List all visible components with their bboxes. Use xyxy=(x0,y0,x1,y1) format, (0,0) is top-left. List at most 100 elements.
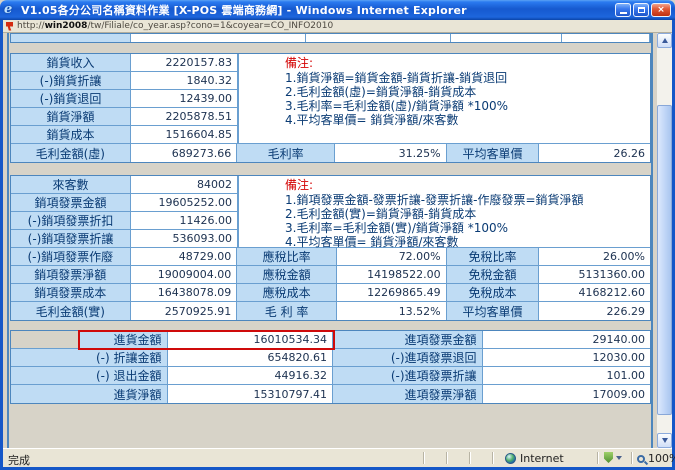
scroll-down-button[interactable] xyxy=(657,433,672,448)
status-divider xyxy=(469,452,471,464)
row-value: 17009.00 xyxy=(483,385,650,403)
row-spacer xyxy=(11,331,79,349)
row-value: 26.26 xyxy=(539,144,650,162)
row-value: 13.52% xyxy=(337,302,447,320)
invoice-table: 來客數 84002 銷項發票金額 19605252.00 (-)銷項發票折扣 1… xyxy=(10,175,651,321)
status-divider xyxy=(423,452,425,464)
zone-label: Internet xyxy=(520,452,564,465)
row-label: 銷貨淨額 xyxy=(11,108,131,126)
row-value: 536093.00 xyxy=(131,230,238,248)
row-value: 15310797.41 xyxy=(168,385,333,403)
minimize-button[interactable] xyxy=(615,3,631,17)
table-row: (-) 折讓金額 654820.61 (-)進項發票退回 12030.00 xyxy=(11,349,650,367)
row-label: 毛利金額(實) xyxy=(11,302,131,320)
status-bar: 完成 Internet 100% xyxy=(3,448,672,467)
status-text: 完成 xyxy=(8,452,30,468)
security-zone: Internet xyxy=(505,452,564,465)
note-line: 2.毛利金額(虛)=銷貨淨額-銷貨成本 xyxy=(285,85,650,99)
row-value: 44916.32 xyxy=(168,367,333,385)
row-label: (-)銷項發票折扣 xyxy=(11,212,131,230)
status-divider xyxy=(446,452,448,464)
row-value: 689273.66 xyxy=(131,144,238,162)
clipped-cell xyxy=(306,34,451,42)
note-line: 3.毛利率=毛利金額(虛)/銷貨淨額 *100% xyxy=(285,99,650,113)
arrow-down-icon xyxy=(662,438,668,443)
row-label: 毛 利 率 xyxy=(237,302,337,320)
status-divider xyxy=(631,452,633,464)
protection-dropdown[interactable] xyxy=(604,452,622,463)
row-value: 2220157.83 xyxy=(131,54,238,72)
table-row: 進貨淨額 15310797.41 進項發票淨額 17009.00 xyxy=(11,385,650,403)
table-row: (-) 退出金額 44916.32 (-)進項發票折讓 101.00 xyxy=(11,367,650,385)
row-label: 進貨淨額 xyxy=(11,385,168,403)
row-value: 11426.00 xyxy=(131,212,238,230)
vertical-scrollbar[interactable] xyxy=(657,33,672,448)
favicon-icon xyxy=(6,22,13,31)
sales-table: 銷貨收入 2220157.83 (-)銷貨折讓 1840.32 (-)銷貨退回 … xyxy=(10,53,651,163)
table-row: 進貨金額 16010534.34 進項發票金額 29140.00 xyxy=(11,331,650,349)
row-label: (-)銷項發票折讓 xyxy=(11,230,131,248)
notes-title: 備注: xyxy=(285,56,650,71)
chevron-down-icon xyxy=(616,456,622,460)
maximize-icon xyxy=(638,7,645,13)
page-content: 銷貨收入 2220157.83 (-)銷貨折讓 1840.32 (-)銷貨退回 … xyxy=(3,33,657,448)
status-divider xyxy=(492,452,494,464)
row-label: 來客數 xyxy=(11,176,131,194)
close-button[interactable]: × xyxy=(651,3,671,17)
row-value: 31.25% xyxy=(335,144,447,162)
note-line: 1.銷貨淨額=銷貨金額-銷貨折讓-銷貨退回 xyxy=(285,71,650,85)
note-line: 2.毛利金額(實)=銷貨淨額-銷貨成本 xyxy=(285,207,650,221)
row-label: 進項發票金額 xyxy=(333,331,483,349)
address-bar[interactable]: http://win2008/tw/Filiale/co_year.asp?co… xyxy=(3,20,672,33)
row-label: 進貨金額 xyxy=(79,331,168,349)
row-value: 1516604.85 xyxy=(131,126,238,144)
note-line: 3.毛利率=毛利金額(實)/銷貨淨額 *100% xyxy=(285,221,650,235)
row-value: 4168212.60 xyxy=(539,284,650,302)
row-value: 29140.00 xyxy=(483,331,650,349)
note-line: 4.平均客單價= 銷貨淨額/來客數 xyxy=(285,113,650,127)
row-value: 101.00 xyxy=(483,367,650,385)
row-value: 12030.00 xyxy=(483,349,650,367)
maximize-button[interactable] xyxy=(633,3,649,17)
row-label: (-)進項發票折讓 xyxy=(333,367,483,385)
row-value: 2570925.91 xyxy=(131,302,238,320)
row-label: 銷貨收入 xyxy=(11,54,131,72)
row-label: (-)進項發票退回 xyxy=(333,349,483,367)
arrow-up-icon xyxy=(662,38,668,43)
title-bar: e V1.05各分公司名稱資料作業 [X-POS 雲端商務網] - Window… xyxy=(0,0,675,20)
row-value: 16010534.34 xyxy=(168,331,333,349)
row-value: 14198522.00 xyxy=(337,266,447,284)
scrollbar-thumb[interactable] xyxy=(657,105,672,415)
minimize-icon xyxy=(620,12,627,14)
clipped-table-row xyxy=(10,33,651,43)
row-label: 應稅比率 xyxy=(237,248,337,266)
ie-logo-icon: e xyxy=(4,4,17,17)
table-row: 銷項發票淨額 19009004.00 應稅金額 14198522.00 免稅金額… xyxy=(11,266,650,284)
row-label: 銷項發票金額 xyxy=(11,194,131,212)
note-line: 4.平均客單價= 銷貨淨額/來客數 xyxy=(285,235,650,249)
row-label: 毛利率 xyxy=(237,144,335,162)
zoom-level: 100% xyxy=(648,452,675,465)
table-row: 毛利金額(實) 2570925.91 毛 利 率 13.52% 平均客單價 22… xyxy=(11,302,650,320)
row-label: (-) 折讓金額 xyxy=(11,349,168,367)
row-label: (-)銷貨折讓 xyxy=(11,72,131,90)
row-label: 銷項發票淨額 xyxy=(11,266,131,284)
layout-border-right xyxy=(651,33,653,448)
window-title: V1.05各分公司名稱資料作業 [X-POS 雲端商務網] - Windows … xyxy=(21,2,613,18)
row-label: 免稅成本 xyxy=(447,284,540,302)
row-value: 16438078.09 xyxy=(131,284,238,302)
row-label: 進項發票淨額 xyxy=(333,385,483,403)
zoom-control[interactable]: 100% xyxy=(637,452,675,465)
row-label: 應稅金額 xyxy=(237,266,337,284)
row-value: 5131360.00 xyxy=(539,266,650,284)
row-value: 48729.00 xyxy=(131,248,238,266)
purchase-table: 進貨金額 16010534.34 進項發票金額 29140.00 (-) 折讓金… xyxy=(10,330,651,404)
row-label: 免稅比率 xyxy=(447,248,540,266)
table-row: (-)銷項發票作廢 48729.00 應稅比率 72.00% 免稅比率 26.0… xyxy=(11,248,650,266)
notes-title: 備注: xyxy=(285,178,650,193)
row-label: 平均客單價 xyxy=(447,144,540,162)
row-value: 26.00% xyxy=(539,248,650,266)
clipped-cell xyxy=(562,34,650,42)
row-label: (-)銷貨退回 xyxy=(11,90,131,108)
scroll-up-button[interactable] xyxy=(657,33,672,48)
